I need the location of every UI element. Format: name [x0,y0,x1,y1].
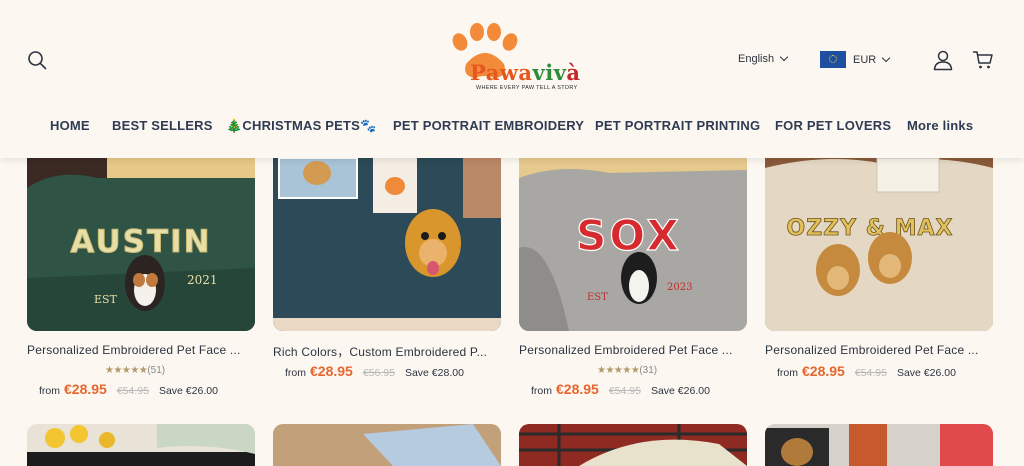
product-price: from €28.95 €54.95 Save €26.00 [777,363,956,379]
product-title[interactable]: Rich Colors，Custom Embroidered P... [273,343,501,360]
product-price: from €28.95 €54.95 Save €26.00 [39,381,218,397]
main-navigation: HOME BEST SELLERS 🎄CHRISTMAS PETS🐾 PET P… [0,118,1024,136]
currency-selector[interactable]: EUR [820,51,891,68]
product-image-text: AUSTIN [70,224,211,260]
review-count: (51) [147,365,166,376]
product-image[interactable]: SOX EST 2023 [519,158,747,331]
sale-price: €28.95 [556,381,599,397]
product-image-text: OZZY & MAX [787,216,954,241]
product-image-text: SOX [576,211,682,260]
product-image[interactable] [27,424,255,466]
site-logo[interactable]: Pawavivà WHERE EVERY PAW TELL A STORY [440,22,590,94]
price-from-label: from [777,367,798,379]
price-from-label: from [531,385,552,397]
product-image[interactable]: OZZY & MAX [765,158,993,331]
sale-price: €28.95 [64,381,107,397]
star-rating-icon: ★★★★★ [597,365,640,376]
review-count: (31) [639,365,658,376]
product-rating: ★★★★★(31) [597,365,657,376]
user-icon[interactable] [932,49,954,71]
nav-christmas-pets[interactable]: 🎄CHRISTMAS PETS🐾 [226,118,376,134]
compare-price: €54.95 [608,385,641,397]
compare-price: €54.95 [854,367,887,379]
chevron-down-icon [881,53,891,62]
savings-label: Save €26.00 [650,385,710,397]
product-image[interactable]: AUSTIN EST 2021 [27,158,255,331]
nav-for-pet-lovers[interactable]: FOR PET LOVERS [775,118,891,133]
product-rating: ★★★★★(51) [105,365,165,376]
nav-more-links[interactable]: More links [907,118,973,133]
product-image[interactable] [273,158,501,331]
chevron-down-icon [779,52,789,62]
product-image-text: EST [587,292,608,303]
compare-price: €54.95 [116,385,149,397]
compare-price: €56.95 [362,367,395,379]
product-title[interactable]: Personalized Embroidered Pet Face ... [519,343,747,357]
language-selector[interactable]: English [738,52,789,65]
nav-home[interactable]: HOME [50,118,90,133]
savings-label: Save €26.00 [896,367,956,379]
logo-tagline: WHERE EVERY PAW TELL A STORY [476,85,578,91]
sale-price: €28.95 [802,363,845,379]
product-image[interactable] [273,424,501,466]
site-header: Pawavivà WHERE EVERY PAW TELL A STORY En… [0,0,1024,158]
savings-label: Save €26.00 [158,385,218,397]
product-title[interactable]: Personalized Embroidered Pet Face ... [27,343,255,357]
price-from-label: from [285,367,306,379]
nav-best-sellers[interactable]: BEST SELLERS [112,118,213,133]
search-icon[interactable] [27,50,47,70]
cart-icon[interactable] [972,49,994,71]
product-price: from €28.95 €56.95 Save €28.00 [285,363,464,379]
nav-pet-portrait-printing[interactable]: PET PORTRAIT PRINTING [595,118,760,133]
product-image-text: EST [94,293,118,306]
eu-flag-icon [820,51,846,68]
star-rating-icon: ★★★★★ [105,365,148,376]
sale-price: €28.95 [310,363,353,379]
product-price: from €28.95 €54.95 Save €26.00 [531,381,710,397]
currency-label: EUR [853,53,877,66]
product-image-text: 2021 [187,273,218,287]
price-from-label: from [39,385,60,397]
product-image[interactable] [765,424,993,466]
language-label: English [738,53,775,65]
product-title[interactable]: Personalized Embroidered Pet Face ... [765,343,993,357]
nav-pet-portrait-embroidery[interactable]: PET PORTRAIT EMBROIDERY [393,118,584,133]
savings-label: Save €28.00 [404,367,464,379]
logo-wordmark: Pawavivà [470,60,581,85]
product-image[interactable] [519,424,747,466]
product-image-text: 2023 [667,282,692,293]
